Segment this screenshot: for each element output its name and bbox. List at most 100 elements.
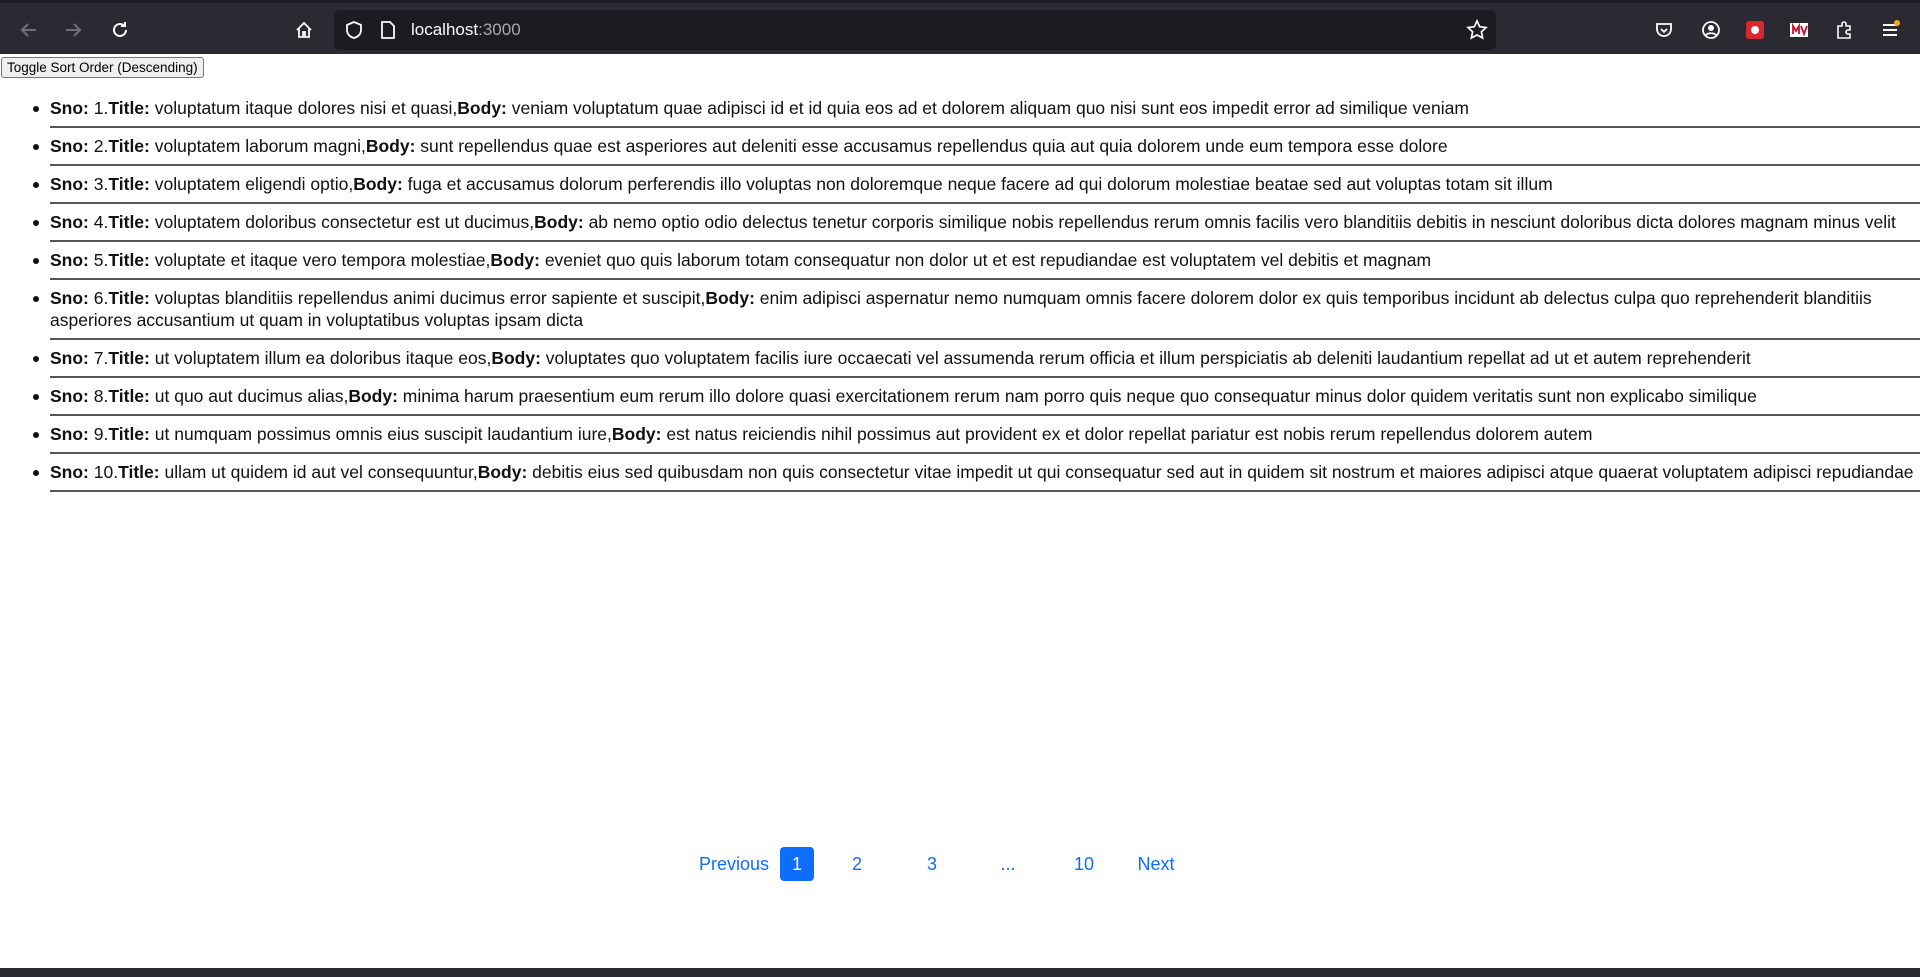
title-label: Title: xyxy=(108,250,150,270)
post-title: ut quo aut ducimus alias, xyxy=(154,386,349,406)
post-list-item: Sno: 8.Title: ut quo aut ducimus alias,B… xyxy=(33,378,1920,416)
pagination: Previous 1 2 3 ... 10 Next xyxy=(694,847,1181,881)
title-label: Title: xyxy=(108,212,150,232)
post-title: ut voluptatem illum ea doloribus itaque … xyxy=(154,348,492,368)
post-body: est natus reiciendis nihil possimus aut … xyxy=(666,424,1593,444)
post-sno: 8. xyxy=(93,386,109,406)
forward-arrow-icon xyxy=(66,23,82,37)
post-sno: 9. xyxy=(93,424,109,444)
sno-label: Sno: xyxy=(50,98,89,118)
page-link-1[interactable]: 1 xyxy=(780,847,814,881)
browser-toolbar: localhost:3000 xyxy=(0,0,1920,54)
post-body: ab nemo optio odio delectus tenetur corp… xyxy=(588,212,1896,232)
home-icon xyxy=(296,21,312,38)
pocket-button[interactable] xyxy=(1647,14,1681,46)
post-sno: 5. xyxy=(93,250,109,270)
extensions-button[interactable] xyxy=(1827,14,1861,46)
title-label: Title: xyxy=(118,462,160,482)
reload-icon xyxy=(113,22,127,37)
page-link-3[interactable]: 3 xyxy=(915,847,949,881)
post-list-item: Sno: 6.Title: voluptas blanditiis repell… xyxy=(33,280,1920,340)
extension-m-button[interactable] xyxy=(1782,14,1816,46)
title-label: Title: xyxy=(108,288,150,308)
hamburger-menu-icon xyxy=(1883,20,1900,36)
body-label: Body: xyxy=(491,348,541,368)
post-list-item: Sno: 2.Title: voluptatem laborum magni,B… xyxy=(33,128,1920,166)
toggle-sort-order-button[interactable]: Toggle Sort Order (Descending) xyxy=(1,57,204,78)
body-label: Body: xyxy=(705,288,755,308)
post-list-item: Sno: 3.Title: voluptatem eligendi optio,… xyxy=(33,166,1920,204)
post-title: ullam ut quidem id aut vel consequuntur, xyxy=(164,462,478,482)
post-title: voluptatum itaque dolores nisi et quasi, xyxy=(154,98,458,118)
post-title: voluptate et itaque vero tempora molesti… xyxy=(154,250,491,270)
post-list: Sno: 1.Title: voluptatum itaque dolores … xyxy=(0,90,1920,492)
post-list-item: Sno: 5.Title: voluptate et itaque vero t… xyxy=(33,242,1920,280)
page-content: Toggle Sort Order (Descending) Sno: 1.Ti… xyxy=(0,54,1920,968)
page-ellipsis: ... xyxy=(1000,854,1016,874)
back-arrow-icon xyxy=(20,23,36,37)
post-sno: 1. xyxy=(93,98,109,118)
body-label: Body: xyxy=(348,386,398,406)
sno-label: Sno: xyxy=(50,348,89,368)
sno-label: Sno: xyxy=(50,174,89,194)
body-label: Body: xyxy=(457,98,507,118)
post-title: voluptatem doloribus consectetur est ut … xyxy=(154,212,535,232)
puzzle-icon xyxy=(1837,21,1851,39)
account-button[interactable] xyxy=(1694,14,1728,46)
sno-label: Sno: xyxy=(50,288,89,308)
extension-red-button[interactable] xyxy=(1738,14,1772,46)
title-label: Title: xyxy=(108,424,150,444)
account-icon xyxy=(1702,21,1720,39)
post-body: voluptates quo voluptatem facilis iure o… xyxy=(545,348,1751,368)
shield-icon[interactable] xyxy=(344,20,364,40)
sno-label: Sno: xyxy=(50,386,89,406)
pocket-icon xyxy=(1656,23,1672,37)
sno-label: Sno: xyxy=(50,250,89,270)
body-label: Body: xyxy=(365,136,416,156)
post-list-item: Sno: 1.Title: voluptatum itaque dolores … xyxy=(33,90,1920,128)
body-label: Body: xyxy=(611,424,662,444)
page-link-2[interactable]: 2 xyxy=(840,847,874,881)
sno-label: Sno: xyxy=(50,212,89,232)
bottom-edge xyxy=(0,968,1920,977)
reload-button[interactable] xyxy=(103,14,137,46)
back-button[interactable] xyxy=(12,14,46,46)
page-icon xyxy=(381,21,395,39)
post-title: voluptatem eligendi optio, xyxy=(154,174,354,194)
body-label: Body: xyxy=(490,250,540,270)
sno-label: Sno: xyxy=(50,424,89,444)
title-label: Title: xyxy=(108,348,150,368)
menu-button[interactable] xyxy=(1873,14,1907,46)
previous-page-link[interactable]: Previous xyxy=(694,847,774,881)
post-title: ut numquam possimus omnis eius suscipit … xyxy=(154,424,612,444)
post-sno: 3. xyxy=(93,174,109,194)
post-list-item: Sno: 7.Title: ut voluptatem illum ea dol… xyxy=(33,340,1920,378)
extension-m-icon xyxy=(1790,22,1808,37)
page-link-10[interactable]: 10 xyxy=(1067,847,1101,881)
post-title: voluptatem laborum magni, xyxy=(154,136,366,156)
title-label: Title: xyxy=(108,98,150,118)
post-title: voluptas blanditiis repellendus animi du… xyxy=(154,288,706,308)
address-bar[interactable]: localhost:3000 xyxy=(334,10,1496,50)
title-label: Title: xyxy=(108,136,150,156)
post-body: minima harum praesentium eum rerum illo … xyxy=(402,386,1757,406)
post-sno: 7. xyxy=(93,348,109,368)
home-button[interactable] xyxy=(287,14,321,46)
body-label: Body: xyxy=(477,462,528,482)
post-body: eveniet quo quis laborum totam consequat… xyxy=(544,250,1432,270)
sno-label: Sno: xyxy=(50,136,89,156)
post-body: debitis eius sed quibusdam non quis cons… xyxy=(532,462,1914,482)
body-label: Body: xyxy=(353,174,403,194)
post-body: sunt repellendus quae est asperiores aut… xyxy=(420,136,1448,156)
next-page-link[interactable]: Next xyxy=(1131,847,1181,881)
post-sno: 6. xyxy=(93,288,109,308)
title-label: Title: xyxy=(108,386,150,406)
bookmark-star-icon[interactable] xyxy=(1466,19,1488,41)
sno-label: Sno: xyxy=(50,462,89,482)
post-list-item: Sno: 4.Title: voluptatem doloribus conse… xyxy=(33,204,1920,242)
post-body: veniam voluptatum quae adipisci id et id… xyxy=(511,98,1469,118)
post-sno: 2. xyxy=(93,136,109,156)
url-text[interactable]: localhost:3000 xyxy=(411,20,521,40)
post-list-item: Sno: 9.Title: ut numquam possimus omnis … xyxy=(33,416,1920,454)
forward-button[interactable] xyxy=(56,14,90,46)
